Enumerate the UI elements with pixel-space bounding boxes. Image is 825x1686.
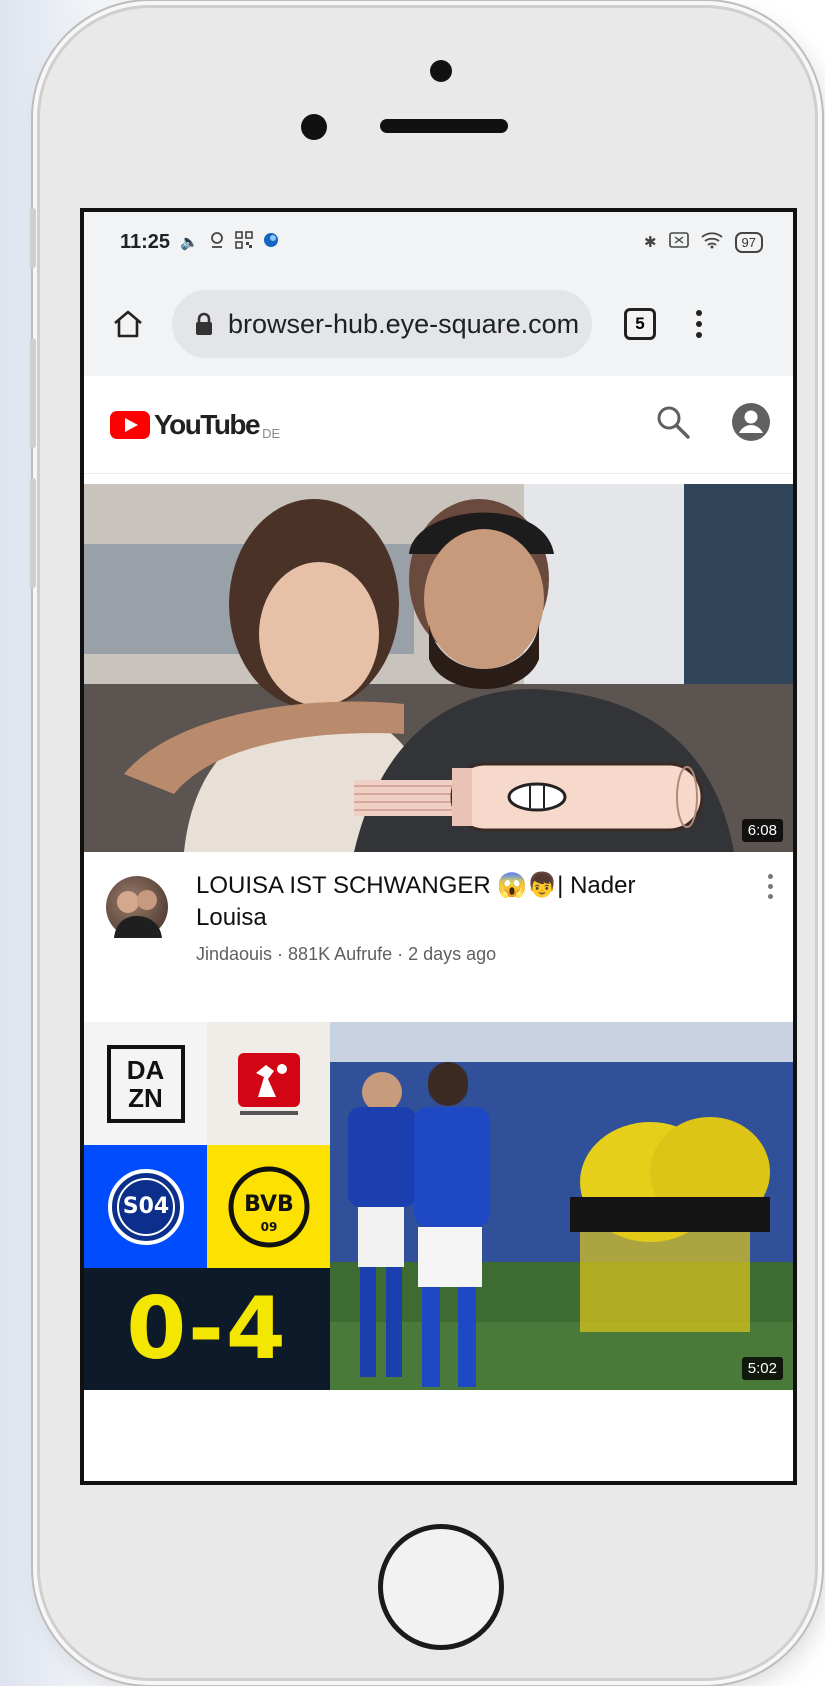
app-notification-icon xyxy=(263,232,279,252)
sim-icon xyxy=(668,232,689,252)
home-button[interactable] xyxy=(378,1524,504,1650)
proximity-sensor xyxy=(430,60,452,82)
video-thumbnail-2[interactable]: DA ZN S04 BVB 09 0-4 5:02 xyxy=(84,1022,793,1390)
url-text: browser-hub.eye-square.com xyxy=(228,308,580,339)
bundesliga-logo-cell xyxy=(207,1022,330,1145)
volume-icon: 🔈 xyxy=(180,234,199,251)
url-bar[interactable]: browser-hub.eye-square.com xyxy=(172,290,592,358)
menu-dots-icon[interactable] xyxy=(696,310,702,338)
bluetooth-icon: ✱ xyxy=(643,234,657,251)
front-camera xyxy=(301,114,327,140)
browser-toolbar: browser-hub.eye-square.com 5 xyxy=(84,272,793,376)
youtube-logo[interactable]: YouTube DE xyxy=(110,408,280,441)
location-icon xyxy=(209,231,225,253)
volume-down-button xyxy=(30,478,36,588)
video-duration: 6:08 xyxy=(741,819,783,842)
earpiece-speaker xyxy=(380,119,508,133)
youtube-wordmark: YouTube xyxy=(154,408,261,440)
account-icon[interactable] xyxy=(731,402,771,447)
match-photo xyxy=(330,1022,793,1390)
status-bar: 11:25 🔈 ✱ 97 xyxy=(84,212,793,272)
match-score: 0-4 xyxy=(126,1279,288,1379)
dazn-line-2: ZN xyxy=(128,1082,163,1113)
youtube-play-icon xyxy=(110,410,150,439)
dazn-logo: DA ZN xyxy=(106,1044,185,1123)
channel-avatar[interactable] xyxy=(106,876,168,938)
video-subtitle: Jindaouis · 881K Aufrufe · 2 days ago xyxy=(196,944,497,964)
wifi-icon xyxy=(700,231,723,253)
region-label: DE xyxy=(262,426,281,441)
status-time: 11:25 xyxy=(120,230,171,253)
home-icon[interactable] xyxy=(106,302,150,346)
phone-screen: 11:25 🔈 ✱ 97 browser-hub.eye-square.com … xyxy=(80,208,797,1485)
schalke-crest: S04 xyxy=(107,1168,184,1245)
thumbnail-graphic: DA ZN S04 BVB 09 0-4 xyxy=(84,1022,330,1390)
lock-icon xyxy=(196,312,212,335)
youtube-header: YouTube DE xyxy=(84,376,793,474)
battery-icon: 97 xyxy=(734,231,763,253)
schalke-crest-cell: S04 xyxy=(84,1145,207,1268)
score-cell: 0-4 xyxy=(84,1268,330,1390)
qr-icon xyxy=(234,231,253,253)
mute-switch xyxy=(30,208,36,268)
bundesliga-logo xyxy=(237,1052,300,1115)
bvb-crest-year: 09 xyxy=(260,1220,277,1234)
search-icon[interactable] xyxy=(655,404,691,445)
thumbnail-image xyxy=(84,484,793,852)
video-duration-2: 5:02 xyxy=(741,1357,783,1380)
bvb-crest: BVB 09 xyxy=(228,1166,309,1247)
volume-up-button xyxy=(30,338,36,448)
tabs-icon[interactable]: 5 xyxy=(624,308,656,340)
bvb-crest-cell: BVB 09 xyxy=(207,1145,330,1268)
video-meta: LOUISA IST SCHWANGER 😱👦| Nader Louisa Ji… xyxy=(84,852,793,1022)
video-title[interactable]: LOUISA IST SCHWANGER 😱👦| Nader Louisa xyxy=(196,870,696,934)
more-vert-icon[interactable] xyxy=(768,874,773,899)
video-thumbnail[interactable]: 6:08 xyxy=(84,484,793,852)
bvb-crest-text: BVB xyxy=(244,1192,294,1217)
dazn-line-1: DA xyxy=(126,1054,165,1085)
schalke-crest-text: S04 xyxy=(122,1194,168,1219)
dazn-logo-cell: DA ZN xyxy=(84,1022,207,1145)
